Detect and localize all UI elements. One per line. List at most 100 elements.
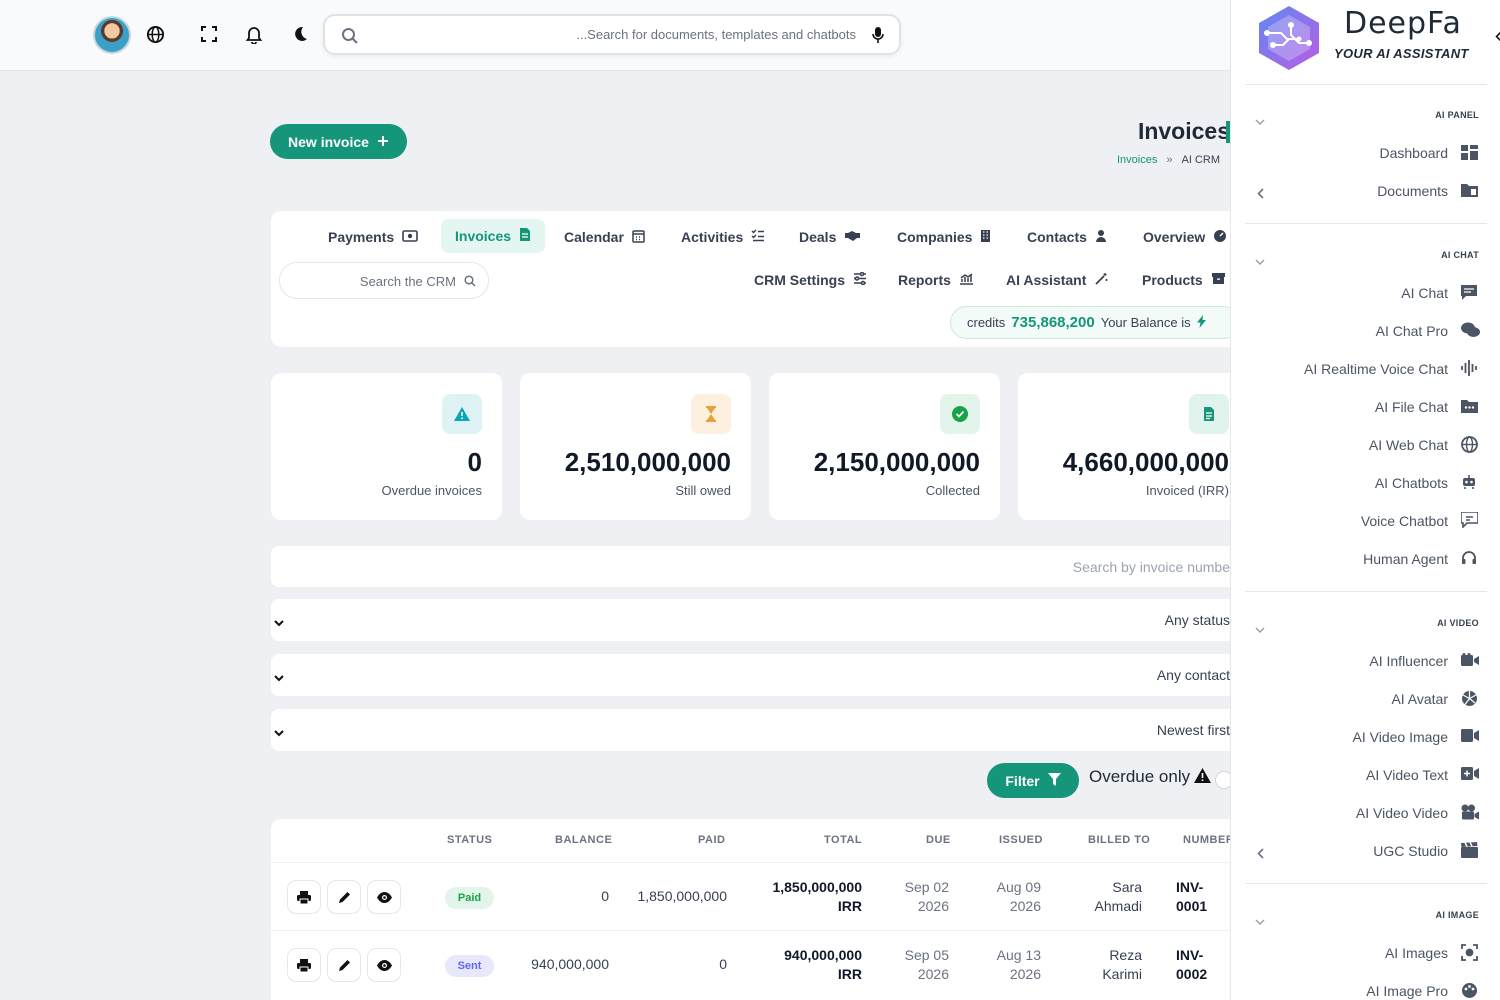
eye-icon[interactable] <box>367 880 401 914</box>
credits-balance: credits 735,868,200 Your Balance is <box>950 306 1240 339</box>
sidebar-item-ai-file-chat[interactable]: AI File Chat <box>1375 399 1448 415</box>
nav-contacts[interactable]: Contacts <box>1027 220 1107 254</box>
crm-nav-card: Payments Invoices Calendar Activities De… <box>271 211 1240 347</box>
nav-overview-label: Overview <box>1143 229 1206 245</box>
contact-select[interactable]: Any contact <box>271 654 1236 696</box>
table-row[interactable]: Sent 940,000,000 0 940,000,000 IRR Sep 05… <box>271 930 1236 998</box>
bell-icon[interactable] <box>245 25 265 45</box>
moon-icon[interactable] <box>291 25 311 45</box>
chevron-down-icon[interactable] <box>1255 252 1265 270</box>
th-billed-to[interactable]: BILLED TO <box>1088 834 1150 846</box>
sidebar-item-ai-chat-pro[interactable]: AI Chat Pro <box>1376 323 1448 339</box>
folder-icon <box>1461 183 1479 201</box>
cell-total-currency: IRR <box>837 966 862 982</box>
chevron-left-icon[interactable] <box>1257 846 1264 864</box>
cell-paid: 0 <box>719 956 727 972</box>
sidebar-item-ai-images[interactable]: AI Images <box>1385 945 1448 961</box>
nav-activities-label: Activities <box>681 229 744 245</box>
cell-number-prefix: INV- <box>1176 879 1204 895</box>
global-search-input[interactable]: ...Search for documents, templates and c… <box>323 14 901 55</box>
th-total[interactable]: TOTAL <box>824 834 862 846</box>
chevron-down-icon[interactable] <box>1255 912 1265 930</box>
sidebar-item-ai-web-chat[interactable]: AI Web Chat <box>1369 437 1448 453</box>
th-status[interactable]: STATUS <box>447 834 492 846</box>
sidebar-item-human-agent[interactable]: Human Agent <box>1363 551 1448 567</box>
nav-products[interactable]: Products <box>1142 263 1226 297</box>
nav-calendar[interactable]: Calendar <box>564 220 645 254</box>
sidebar-item-dashboard[interactable]: Dashboard <box>1380 145 1449 161</box>
nav-deals[interactable]: Deals <box>799 220 861 254</box>
th-issued[interactable]: ISSUED <box>999 834 1043 846</box>
nav-overview[interactable]: Overview <box>1143 220 1227 254</box>
print-icon[interactable] <box>287 880 321 914</box>
video-icon <box>1461 729 1479 747</box>
fullscreen-icon[interactable] <box>200 25 220 45</box>
sidebar-item-voice-chatbot[interactable]: Voice Chatbot <box>1361 513 1448 529</box>
building-icon <box>980 229 991 246</box>
sidebar-item-documents[interactable]: Documents <box>1377 183 1448 199</box>
globe-icon <box>1461 436 1479 454</box>
cell-due-year: 2026 <box>917 966 949 982</box>
eye-icon[interactable] <box>367 948 401 982</box>
nav-crm-settings[interactable]: CRM Settings <box>754 263 867 297</box>
stat-collected-value: 2,150,000,000 <box>813 447 980 477</box>
section-ai-video: AI VIDEO <box>1437 618 1479 628</box>
brand-name: DeepFa <box>1344 6 1462 41</box>
user-avatar[interactable] <box>93 16 131 54</box>
sidebar-item-ai-video-image[interactable]: AI Video Image <box>1353 729 1448 745</box>
th-due[interactable]: DUE <box>926 834 951 846</box>
invoice-number-search-input[interactable]: Search by invoice numbe <box>271 546 1236 587</box>
stat-still-owed: 2,510,000,000 Still owed <box>520 373 751 520</box>
new-invoice-button[interactable]: New invoice <box>270 124 407 159</box>
status-select[interactable]: Any status <box>271 599 1236 641</box>
crm-search-placeholder: Search the CRM <box>359 274 456 289</box>
sidebar-item-ugc-studio[interactable]: UGC Studio <box>1373 843 1448 859</box>
chevron-left-icon[interactable] <box>1257 186 1264 204</box>
nav-payments[interactable]: Payments <box>328 220 418 254</box>
nav-ai-assistant[interactable]: AI Assistant <box>1006 263 1108 297</box>
edit-icon[interactable] <box>327 948 361 982</box>
section-ai-image: AI IMAGE <box>1435 910 1479 920</box>
money-icon <box>402 229 418 246</box>
breadcrumb-link-invoices[interactable]: Invoices <box>1117 154 1157 166</box>
comments-icon <box>1461 322 1480 340</box>
nav-invoices[interactable]: Invoices <box>441 219 546 253</box>
breadcrumb: Invoices » AI CRM <box>1117 154 1220 166</box>
th-balance[interactable]: BALANCE <box>555 834 612 846</box>
microphone-icon[interactable] <box>872 26 884 49</box>
sidebar-item-ai-video-video[interactable]: AI Video Video <box>1356 805 1448 821</box>
chevron-left-icon[interactable] <box>1495 29 1500 47</box>
sidebar-item-ai-image-pro[interactable]: AI Image Pro <box>1366 983 1448 999</box>
chevron-down-icon[interactable] <box>1255 620 1265 638</box>
stat-invoiced-value: 4,660,000,000 <box>1062 447 1229 477</box>
edit-icon[interactable] <box>327 880 361 914</box>
sidebar-item-ai-avatar[interactable]: AI Avatar <box>1391 691 1448 707</box>
sidebar-item-ai-realtime-voice-chat[interactable]: AI Realtime Voice Chat <box>1304 361 1448 377</box>
filter-button[interactable]: Filter <box>987 763 1079 798</box>
film-camera-icon <box>1461 804 1479 822</box>
crm-search-input[interactable]: Search the CRM <box>279 262 489 299</box>
sidebar-item-ai-chatbots[interactable]: AI Chatbots <box>1375 475 1448 491</box>
cell-issued: Aug 09 2026 <box>997 878 1041 916</box>
globe-icon[interactable] <box>146 25 166 45</box>
nav-reports[interactable]: Reports <box>898 263 974 297</box>
cell-billed-last: Ahmadi <box>1094 898 1142 914</box>
nav-ai-assistant-label: AI Assistant <box>1006 272 1087 288</box>
sidebar-item-ai-influencer[interactable]: AI Influencer <box>1369 653 1448 669</box>
sidebar-item-ai-video-text[interactable]: AI Video Text <box>1366 767 1448 783</box>
cell-total: 940,000,000 IRR <box>784 946 862 984</box>
th-number[interactable]: NUMBER <box>1183 834 1234 846</box>
cell-number[interactable]: INV- 0002 <box>1176 946 1207 984</box>
chevron-down-icon[interactable] <box>1255 112 1265 130</box>
nav-companies[interactable]: Companies <box>897 220 991 254</box>
cell-number[interactable]: INV- 0001 <box>1176 878 1207 916</box>
th-paid[interactable]: PAID <box>698 834 725 846</box>
sort-select[interactable]: Newest first <box>271 709 1236 751</box>
chat-bot-icon <box>1460 511 1479 530</box>
cell-billed-to: Sara Ahmadi <box>1095 878 1142 916</box>
sidebar-item-ai-chat[interactable]: AI Chat <box>1401 285 1448 301</box>
nav-reports-label: Reports <box>898 272 951 288</box>
print-icon[interactable] <box>287 948 321 982</box>
table-row[interactable]: Paid 0 1,850,000,000 1,850,000,000 IRR Se… <box>271 862 1236 930</box>
nav-activities[interactable]: Activities <box>681 220 765 254</box>
